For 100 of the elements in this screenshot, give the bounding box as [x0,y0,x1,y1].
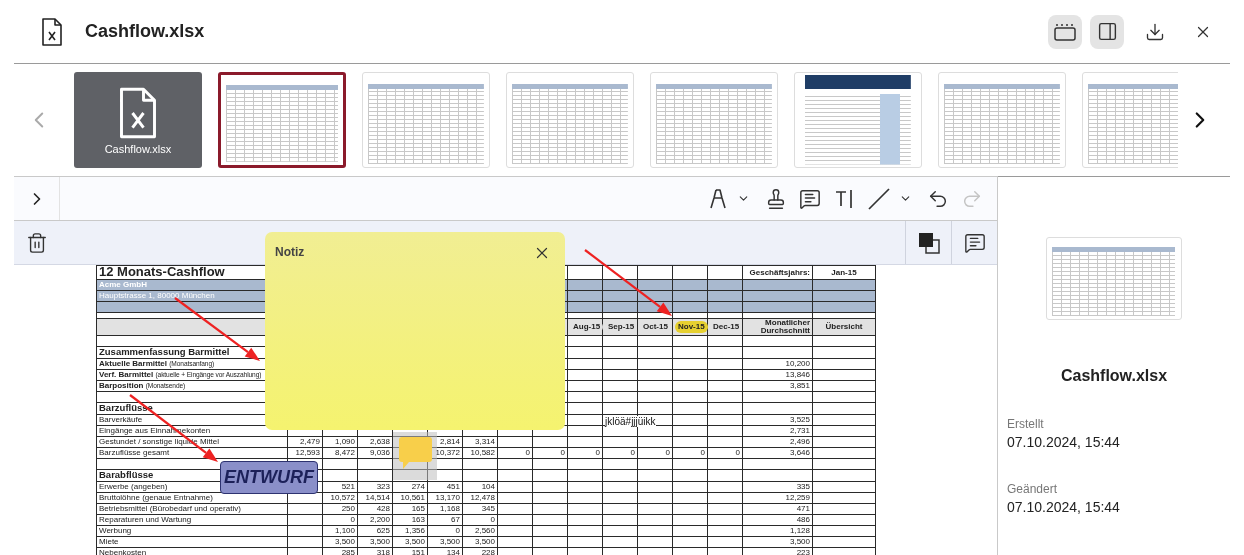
field-value: 07.10.2024, 15:44 [1007,499,1121,515]
table-cell: 3,500 [322,536,358,548]
comment-icon [963,231,986,254]
table-cell: 0 [427,525,463,537]
table-cell: 10,561 [392,492,428,504]
filmstrip-toggle[interactable] [1048,14,1082,49]
table-cell: 67 [427,514,463,526]
text-cursor-icon [834,188,854,209]
section-heading: Zusammenfassung Barmittel [99,346,230,357]
table-cell: 163 [392,514,428,526]
row-label: Erwerbe (angeben) [99,482,168,491]
table-cell: 0 [672,447,708,459]
table-cell: 1,128 [742,525,813,537]
row-label: Barzuflüsse gesamt [99,448,170,457]
table-cell: 2,731 [742,425,813,437]
table-cell: 9,036 [357,447,393,459]
download-icon [1145,21,1165,42]
table-cell: 12,593 [287,447,323,459]
company-address: Hauptstrasse 1, 80000 München [99,291,215,300]
stamp-icon [765,187,787,210]
table-cell: 3,525 [742,414,813,426]
file-thumbnail[interactable]: Cashflow.xlsx [74,72,202,168]
table-cell: 10,200 [742,358,813,370]
comment-marker-highlight[interactable] [393,432,437,480]
table-cell: 13,170 [427,492,463,504]
table-cell: 2,560 [462,525,498,537]
table-cell: 8,472 [322,447,358,459]
spreadsheet-file-icon [40,16,64,47]
table-cell: 3,500 [742,536,813,548]
comment-icon [799,187,821,210]
sidebar-panel-icon [1096,21,1118,42]
table-cell: 3,851 [742,380,813,392]
row-label: Nebenkosten [99,548,147,555]
table-cell: 471 [742,503,813,515]
column-header: Aug-15 [570,321,604,333]
annotation-text[interactable]: jklöä#jjjüikk [605,416,656,427]
column-header: Monatlicher Durchschnitt [759,319,810,335]
table-cell: 428 [357,503,393,515]
table-cell: 12,259 [742,492,813,504]
table-cell: 323 [357,481,393,493]
note-title: Notiz [275,245,305,259]
table-cell: 0 [497,447,533,459]
table-cell: Jan-15 [812,265,876,280]
table-cell: 13,846 [742,369,813,381]
table-cell: 486 [742,514,813,526]
field-value: 07.10.2024, 15:44 [1007,434,1121,450]
sidebar-toggle[interactable] [1090,14,1124,49]
table-cell: 0 [602,447,638,459]
thumbnail-label: Cashflow.xlsx [104,143,172,155]
table-cell: 2,638 [357,436,393,448]
table-cell: 451 [427,481,463,493]
table-cell: 3,500 [357,536,393,548]
table-cell: 1,100 [322,525,358,537]
table-cell: 10,572 [322,492,358,504]
company-name: Acme GmbH [99,280,147,289]
pen-nib-icon [708,187,728,210]
table-cell: 0 [322,514,358,526]
color-squares-icon [917,231,940,254]
row-label: Betriebsmittel (Bürobedarf und operativ) [99,504,241,513]
row-label: Werbung [99,526,132,535]
table-cell: 3,646 [742,447,813,459]
table-cell: 250 [322,503,358,515]
trash-icon [26,231,48,254]
table-cell: 1,168 [427,503,463,515]
table-cell: 3,314 [462,436,498,448]
table-cell: 0 [707,447,743,459]
table-cell: 12,478 [462,492,498,504]
table-cell: 0 [637,447,673,459]
table-cell: 10,582 [462,447,498,459]
table-cell: 0 [567,447,603,459]
field-label: Erstellt [1007,417,1045,431]
table-cell: 625 [357,525,393,537]
table-cell: 2,496 [742,436,813,448]
table-cell: 2,200 [357,514,393,526]
column-header: Nov-15 [675,321,708,333]
field-label: Geändert [1007,482,1059,496]
table-cell: 335 [742,481,813,493]
row-label: Bruttolöhne (genaue Entnahme) [99,493,213,502]
table-cell: Geschäftsjahrs: [742,265,813,280]
comment-bubble-icon [398,437,432,471]
table-cell: 3,500 [462,536,498,548]
table-cell: 0 [532,447,568,459]
page-thumbnail[interactable] [218,72,346,168]
table-cell: 104 [462,481,498,493]
draft-stamp[interactable]: ENTWURF [220,461,318,494]
table-cell: 345 [462,503,498,515]
table-cell: 1,356 [392,525,428,537]
table-cell: 274 [392,481,428,493]
table-cell: 2,479 [287,436,323,448]
table-cell: 1,090 [322,436,358,448]
table-cell: 14,514 [357,492,393,504]
table-cell: 0 [462,514,498,526]
table-cell: 3,500 [392,536,428,548]
table-cell: 521 [322,481,358,493]
sticky-note[interactable]: Notiz [265,232,565,430]
table-cell: 3,500 [427,536,463,548]
row-label: Reparaturen und Wartung [99,515,192,524]
section-heading: Barabflüsse [99,469,154,480]
row-label: Barverkäufe [99,415,143,424]
line-icon [867,186,891,211]
